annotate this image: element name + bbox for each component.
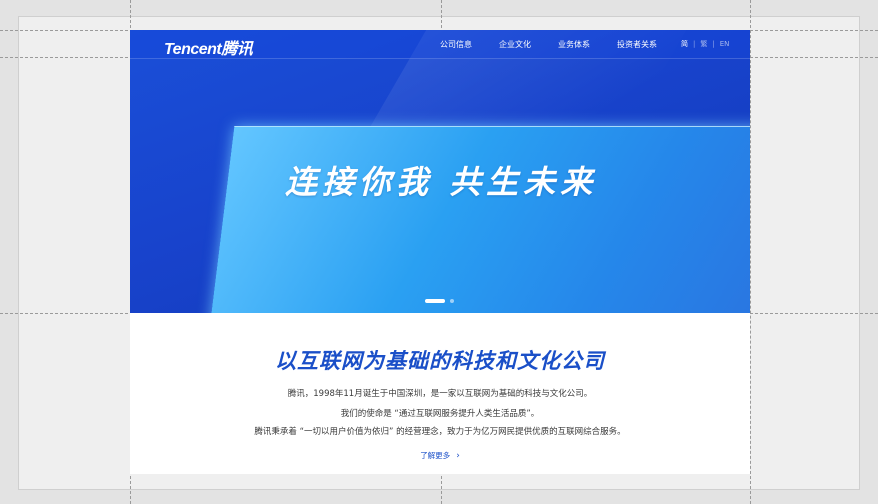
carousel-dot[interactable] <box>450 299 454 303</box>
nav-item-investor-relations[interactable]: 投资者关系 <box>617 39 657 50</box>
site-header: Tencent腾讯 公司信息 企业文化 业务体系 投资者关系 简 | 繁 | E… <box>130 30 750 59</box>
lang-separator: | <box>712 40 715 48</box>
hero-banner: 连接你我 共生未来 Tencent腾讯 公司信息 企业文化 业务体系 投资者关系… <box>130 30 750 313</box>
nav-item-culture[interactable]: 企业文化 <box>499 39 531 50</box>
lang-english[interactable]: EN <box>720 40 730 48</box>
learn-more-link[interactable]: 了解更多 › <box>130 450 750 461</box>
chevron-right-icon[interactable]: › <box>456 451 460 461</box>
main-nav: 公司信息 企业文化 业务体系 投资者关系 <box>440 30 684 58</box>
intro-paragraph: 腾讯，1998年11月诞生于中国深圳，是一家以互联网为基础的科技与文化公司。 <box>287 389 593 399</box>
nav-item-business[interactable]: 业务体系 <box>558 39 590 50</box>
carousel-indicators <box>425 299 454 303</box>
hero-glow-panel <box>209 126 750 313</box>
language-switcher: 简 | 繁 | EN <box>681 30 729 58</box>
intro-paragraph: 我们的使命是 “通过互联网服务提升人类生活品质”。 <box>340 409 540 419</box>
webpage-preview: 连接你我 共生未来 Tencent腾讯 公司信息 企业文化 业务体系 投资者关系… <box>130 30 750 474</box>
intro-paragraph: 腾讯秉承着 “一切以用户价值为依归” 的经营理念，致力于为亿万网民提供优质的互联… <box>254 427 626 437</box>
intro-headline: 以互联网为基础的科技和文化公司 <box>275 349 605 373</box>
lang-simplified[interactable]: 简 <box>681 39 688 49</box>
tencent-logo[interactable]: Tencent腾讯 <box>164 35 253 59</box>
nav-item-company-info[interactable]: 公司信息 <box>440 39 472 50</box>
hero-slogan: 连接你我 共生未来 <box>285 163 598 201</box>
lang-separator: | <box>693 40 696 48</box>
guide-line-vertical <box>750 0 751 504</box>
carousel-dot-active[interactable] <box>425 299 445 303</box>
lang-traditional[interactable]: 繁 <box>700 39 707 49</box>
learn-more-label[interactable]: 了解更多 <box>420 451 450 460</box>
intro-section: 以互联网为基础的科技和文化公司 腾讯，1998年11月诞生于中国深圳，是一家以互… <box>130 313 750 474</box>
